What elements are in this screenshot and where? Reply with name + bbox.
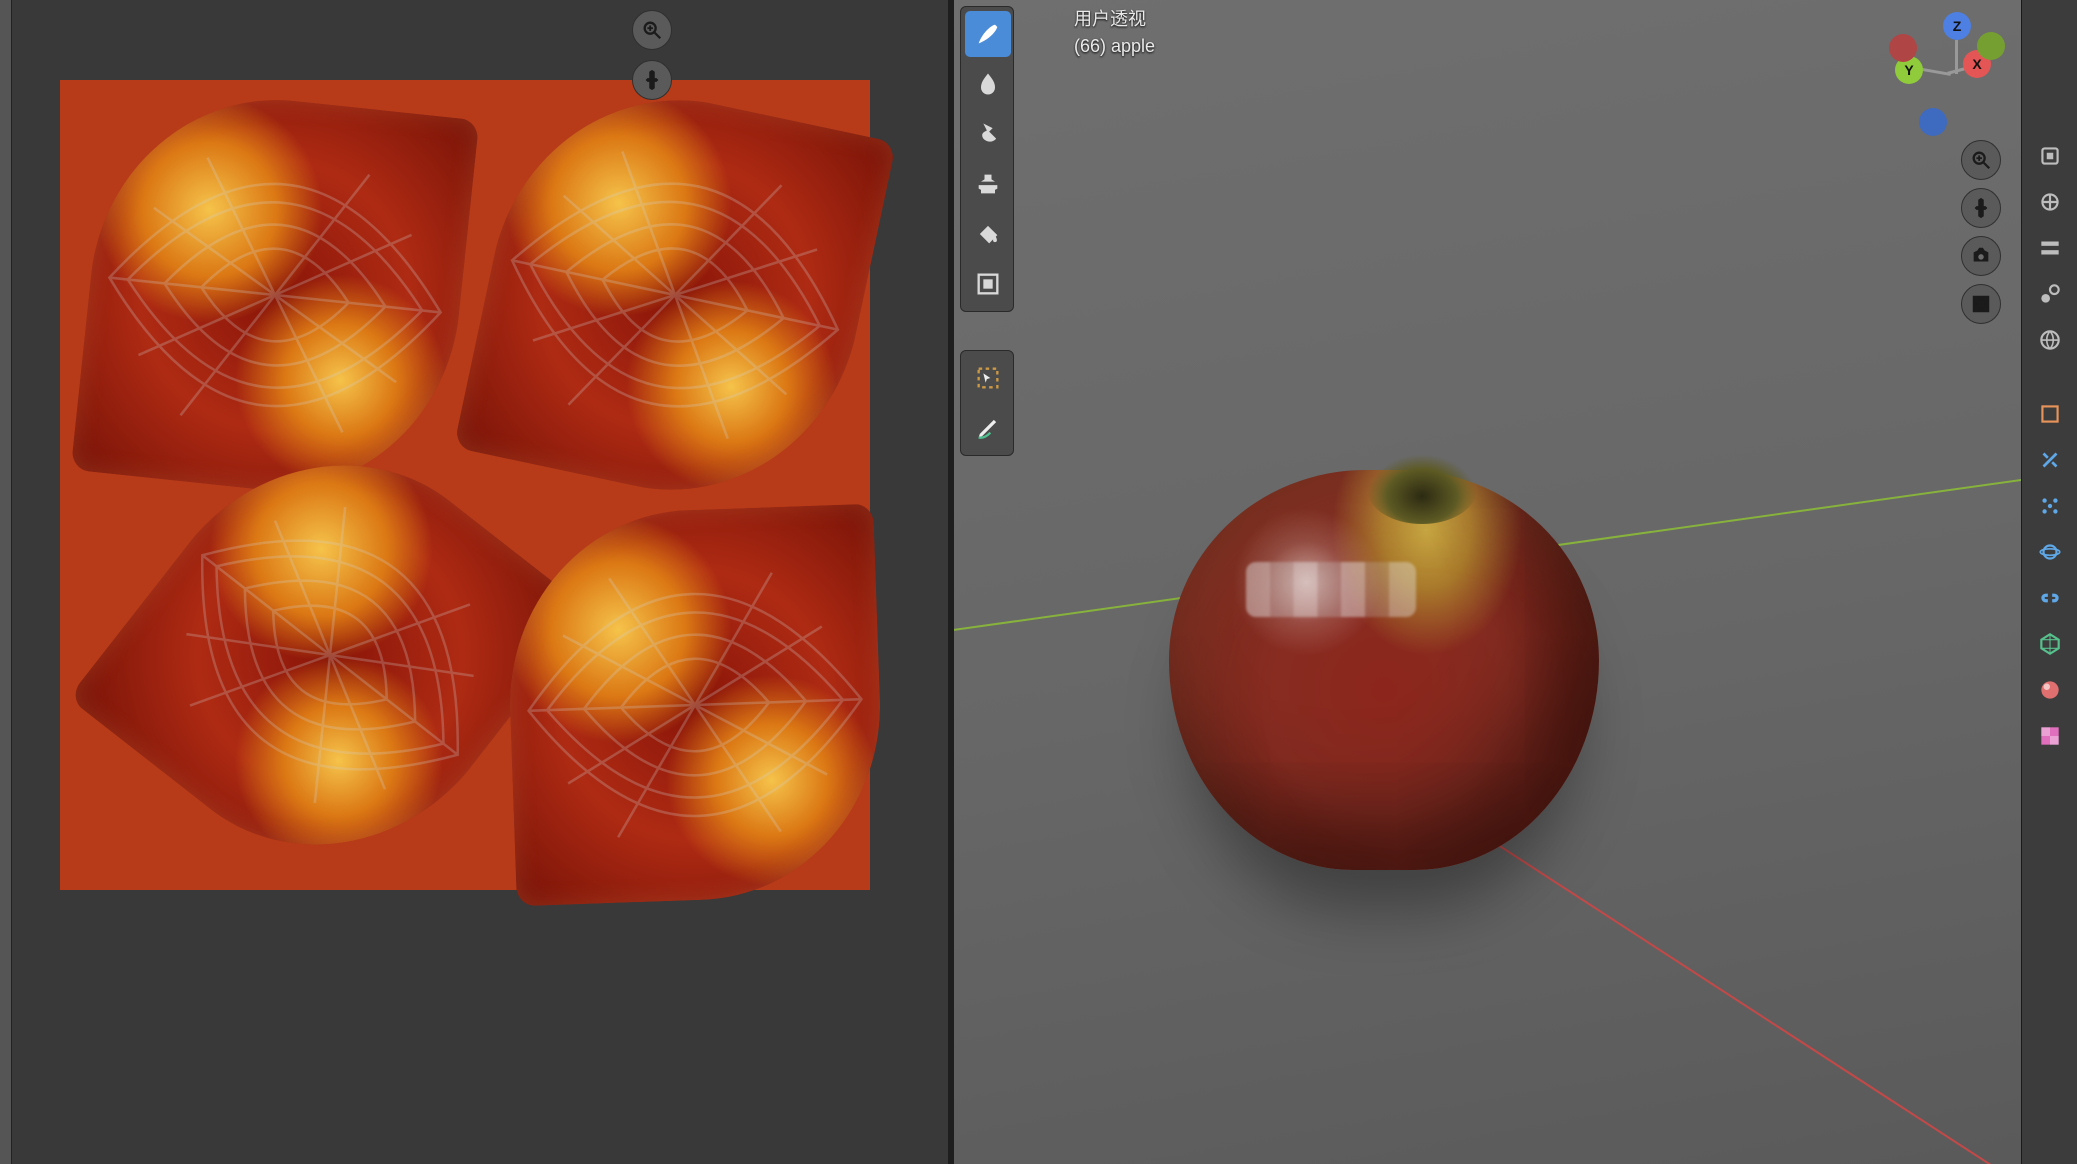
grid-persp-icon[interactable] bbox=[1961, 284, 2001, 324]
paint-toolbar-secondary bbox=[960, 350, 1014, 456]
brush-draw-icon[interactable] bbox=[965, 11, 1011, 57]
overlay-view-mode: 用户透视 bbox=[1074, 6, 1155, 33]
viewport-overlay-text: 用户透视 (66) apple bbox=[1074, 6, 1155, 60]
pan-icon[interactable] bbox=[632, 60, 672, 100]
physics-tab-icon[interactable] bbox=[2028, 531, 2072, 573]
fill-bucket-icon[interactable] bbox=[965, 211, 1011, 257]
texture-tab-icon[interactable] bbox=[2028, 715, 2072, 757]
uv-image-editor bbox=[0, 0, 680, 1164]
box-select-icon[interactable] bbox=[965, 355, 1011, 401]
zoom-icon[interactable] bbox=[1961, 140, 2001, 180]
overlay-object-name: (66) apple bbox=[1074, 33, 1155, 60]
camera-icon[interactable] bbox=[1961, 236, 2001, 276]
annotate-icon[interactable] bbox=[965, 405, 1011, 451]
viewport-canvas[interactable] bbox=[954, 0, 2021, 1164]
viewport-3d: 用户透视 (66) apple Z X Y bbox=[954, 0, 2021, 1164]
clone-stamp-icon[interactable] bbox=[965, 161, 1011, 207]
world-tab-icon[interactable] bbox=[2028, 319, 2072, 361]
uv-editor-header-strip[interactable] bbox=[0, 0, 12, 1164]
uv-island bbox=[453, 66, 896, 524]
mask-icon[interactable] bbox=[965, 261, 1011, 307]
particles-tab-icon[interactable] bbox=[2028, 485, 2072, 527]
uv-wireframe bbox=[503, 504, 886, 907]
scene-tab-icon[interactable] bbox=[2028, 273, 2072, 315]
viewlayer-tab-icon[interactable] bbox=[2028, 227, 2072, 269]
paint-toolbar bbox=[960, 6, 1014, 312]
mesh-data-tab-icon[interactable] bbox=[2028, 623, 2072, 665]
object-apple-mesh[interactable] bbox=[1169, 470, 1599, 870]
uv-island bbox=[503, 504, 886, 907]
uv-texture-canvas[interactable] bbox=[60, 80, 870, 890]
smear-icon[interactable] bbox=[965, 111, 1011, 157]
gizmo-axis-neg-y[interactable] bbox=[1977, 32, 2005, 60]
orientation-gizmo[interactable]: Z X Y bbox=[1885, 12, 1995, 122]
object-tab-icon[interactable] bbox=[2028, 393, 2072, 435]
viewport-nav bbox=[1961, 140, 2001, 324]
gizmo-axis-neg-x[interactable] bbox=[1889, 34, 1917, 62]
pan-icon[interactable] bbox=[1961, 188, 2001, 228]
gizmo-axis-z[interactable]: Z bbox=[1943, 12, 1971, 40]
material-tab-icon[interactable] bbox=[2028, 669, 2072, 711]
soften-icon[interactable] bbox=[965, 61, 1011, 107]
constraint-tab-icon[interactable] bbox=[2028, 577, 2072, 619]
properties-tabs bbox=[2021, 0, 2077, 1164]
render-tab-icon[interactable] bbox=[2028, 135, 2072, 177]
uv-wireframe bbox=[453, 66, 896, 524]
uv-editor-nav bbox=[632, 10, 672, 100]
zoom-icon[interactable] bbox=[632, 10, 672, 50]
output-tab-icon[interactable] bbox=[2028, 181, 2072, 223]
modifier-tab-icon[interactable] bbox=[2028, 439, 2072, 481]
gizmo-axis-neg-z[interactable] bbox=[1919, 108, 1947, 136]
